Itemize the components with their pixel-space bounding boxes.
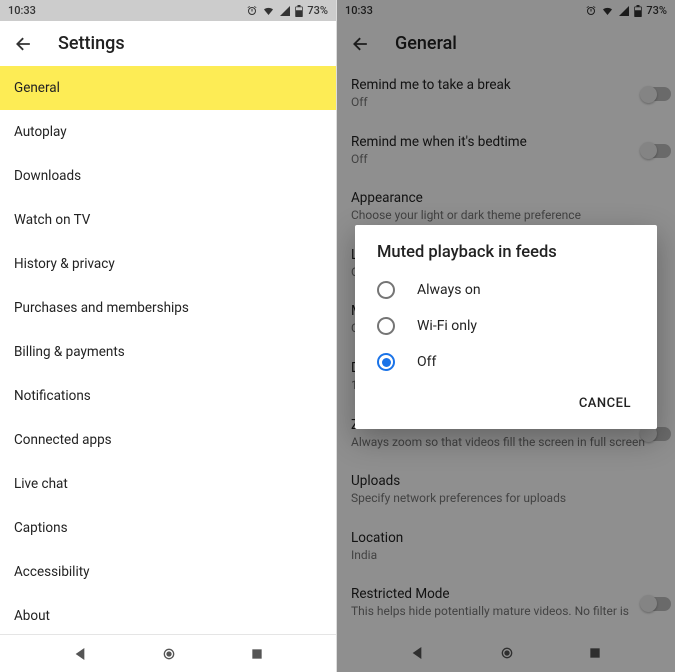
settings-list: General Autoplay Downloads Watch on TV H… [0,66,336,638]
settings-item-autoplay[interactable]: Autoplay [0,110,336,154]
nav-home-icon[interactable] [161,646,177,662]
wifi-icon [262,5,275,17]
android-nav-bar [0,634,336,672]
settings-item-general[interactable]: General [0,66,336,110]
status-icons: 73% [246,4,328,17]
radio-icon [377,353,395,371]
settings-item-billing[interactable]: Billing & payments [0,330,336,374]
settings-item-watch-on-tv[interactable]: Watch on TV [0,198,336,242]
settings-item-notifications[interactable]: Notifications [0,374,336,418]
dialog-title: Muted playback in feeds [355,225,657,272]
app-bar: Settings [0,21,336,66]
signal-icon [279,5,291,17]
settings-item-accessibility[interactable]: Accessibility [0,550,336,594]
settings-item-about[interactable]: About [0,594,336,638]
option-off[interactable]: Off [355,344,657,380]
nav-back-icon[interactable] [73,646,89,662]
battery-icon [295,5,303,17]
status-bar: 10:33 73% [0,0,336,21]
cancel-button[interactable]: CANCEL [571,390,639,417]
option-always-on[interactable]: Always on [355,272,657,308]
settings-item-connected-apps[interactable]: Connected apps [0,418,336,462]
page-title: Settings [58,33,125,54]
settings-item-history-privacy[interactable]: History & privacy [0,242,336,286]
nav-recent-icon[interactable] [250,647,264,661]
dialog-actions: CANCEL [355,380,657,423]
option-label: Always on [417,282,481,298]
radio-icon [377,317,395,335]
battery-percent: 73% [307,4,328,17]
general-screen: 10:33 73% General Remind me to take a br… [337,0,675,672]
option-wifi-only[interactable]: Wi-Fi only [355,308,657,344]
settings-item-purchases[interactable]: Purchases and memberships [0,286,336,330]
radio-icon [377,281,395,299]
option-label: Wi-Fi only [417,318,477,334]
settings-item-live-chat[interactable]: Live chat [0,462,336,506]
settings-item-captions[interactable]: Captions [0,506,336,550]
option-label: Off [417,354,436,370]
status-time: 10:33 [8,4,36,17]
settings-screen: 10:33 73% Settings General Autoplay Down… [0,0,337,672]
settings-item-downloads[interactable]: Downloads [0,154,336,198]
back-arrow-icon[interactable] [14,34,34,54]
muted-playback-dialog: Muted playback in feeds Always on Wi-Fi … [355,225,657,429]
alarm-icon [246,5,258,17]
